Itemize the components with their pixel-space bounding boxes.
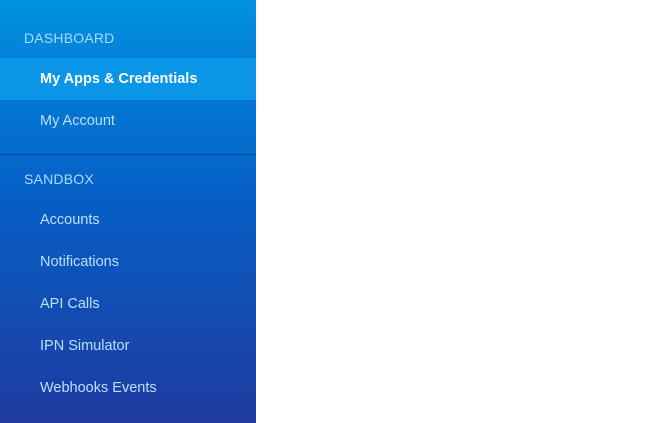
sidebar-item-api-calls[interactable]: API Calls bbox=[0, 283, 256, 325]
sidebar-item-label: My Apps & Credentials bbox=[40, 71, 198, 87]
sidebar-item-notifications[interactable]: Notifications bbox=[0, 241, 256, 283]
main-content-area bbox=[256, 0, 655, 423]
section-heading-dashboard: DASHBOARD bbox=[24, 30, 115, 46]
sidebar-item-label: My Account bbox=[40, 113, 115, 129]
sidebar-item-my-account[interactable]: My Account bbox=[0, 100, 256, 142]
sidebar-item-label: Webhooks Events bbox=[40, 380, 157, 396]
sidebar-nav: DASHBOARD My Apps & Credentials My Accou… bbox=[0, 0, 256, 423]
section-heading-sandbox: SANDBOX bbox=[24, 171, 94, 187]
sidebar-item-label: Accounts bbox=[40, 212, 100, 228]
sidebar-item-label: API Calls bbox=[40, 296, 100, 312]
sidebar-item-webhooks-events[interactable]: Webhooks Events bbox=[0, 367, 256, 409]
sidebar-item-accounts[interactable]: Accounts bbox=[0, 199, 256, 241]
sidebar-divider bbox=[0, 154, 256, 155]
sidebar-item-my-apps-credentials[interactable]: My Apps & Credentials bbox=[0, 58, 256, 100]
sidebar-item-label: Notifications bbox=[40, 254, 119, 270]
sidebar-item-label: IPN Simulator bbox=[40, 338, 130, 354]
sidebar-item-ipn-simulator[interactable]: IPN Simulator bbox=[0, 325, 256, 367]
